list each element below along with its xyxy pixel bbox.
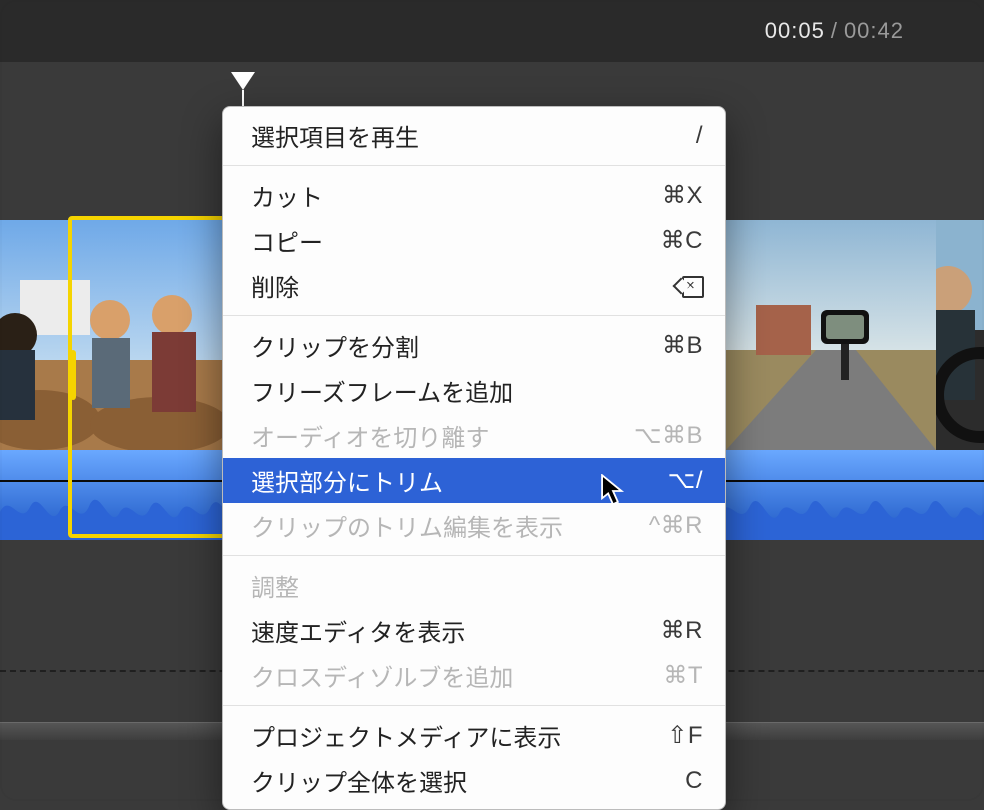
menu-separator (223, 705, 725, 706)
menu-label: クリップを分割 (251, 328, 419, 363)
delete-key-icon: × (677, 276, 703, 296)
menu-label: クロスディゾルブを追加 (251, 658, 513, 693)
menu-shortcut: ⌥⌘B (634, 421, 703, 450)
menu-item-trim-to-selection[interactable]: 選択部分にトリム ⌥/ (223, 458, 725, 503)
menu-item-cut[interactable]: カット ⌘X (223, 173, 725, 218)
clip-thumbnail-2[interactable] (726, 220, 936, 450)
menu-item-add-freeze-frame[interactable]: フリーズフレームを追加 (223, 368, 725, 413)
menu-shortcut: C (685, 767, 703, 795)
menu-item-split-clip[interactable]: クリップを分割 ⌘B (223, 323, 725, 368)
menu-label: クリップのトリム編集を表示 (251, 508, 563, 543)
menu-item-detach-audio: オーディオを切り離す ⌥⌘B (223, 413, 725, 458)
menu-item-add-cross-dissolve: クロスディゾルブを追加 ⌘T (223, 653, 725, 698)
top-bar: 00:05 / 00:42 (0, 0, 984, 62)
time-current: 00:05 (765, 18, 825, 44)
menu-label: プロジェクトメディアに表示 (251, 718, 561, 753)
clip-thumbnail-1[interactable] (0, 220, 232, 450)
menu-shortcut: ⌘C (661, 226, 703, 255)
menu-label: コピー (251, 223, 323, 258)
clip-context-menu[interactable]: 選択項目を再生 / カット ⌘X コピー ⌘C 削除 × クリップを分割 ⌘B … (222, 106, 726, 810)
menu-item-show-speed-editor[interactable]: 速度エディタを表示 ⌘R (223, 608, 725, 653)
menu-shortcut: ⌘X (662, 181, 703, 210)
menu-label: フリーズフレームを追加 (251, 373, 513, 408)
time-total: 00:42 (844, 18, 904, 44)
menu-shortcut: ⌘R (661, 616, 703, 645)
menu-separator (223, 165, 725, 166)
menu-shortcut: ⌘B (662, 331, 703, 360)
menu-label: カット (251, 178, 323, 213)
menu-separator (223, 315, 725, 316)
menu-item-select-entire-clip[interactable]: クリップ全体を選択 C (223, 758, 725, 803)
playhead-marker-icon (231, 72, 255, 90)
time-separator: / (831, 18, 838, 44)
menu-label: 速度エディタを表示 (251, 613, 465, 648)
menu-label: 選択項目を再生 (251, 118, 419, 153)
menu-label: クリップ全体を選択 (251, 763, 467, 798)
menu-item-adjust: 調整 (223, 563, 725, 608)
menu-item-show-trim-editor: クリップのトリム編集を表示 ^⌘R (223, 503, 725, 548)
menu-item-delete[interactable]: 削除 × (223, 263, 725, 308)
menu-item-play-selection[interactable]: 選択項目を再生 / (223, 113, 725, 158)
clip-thumbnail-3[interactable] (936, 220, 984, 450)
menu-item-copy[interactable]: コピー ⌘C (223, 218, 725, 263)
menu-label: 選択部分にトリム (251, 463, 443, 498)
menu-label: 調整 (251, 568, 299, 603)
menu-shortcut: ⇧F (667, 721, 703, 750)
menu-shortcut: ^⌘R (649, 511, 703, 540)
menu-label: オーディオを切り離す (251, 418, 489, 453)
menu-shortcut: ⌥/ (668, 466, 703, 495)
menu-shortcut: / (696, 122, 703, 150)
menu-item-reveal-in-project-media[interactable]: プロジェクトメディアに表示 ⇧F (223, 713, 725, 758)
menu-separator (223, 555, 725, 556)
menu-label: 削除 (251, 268, 299, 303)
menu-shortcut: ⌘T (663, 661, 703, 690)
